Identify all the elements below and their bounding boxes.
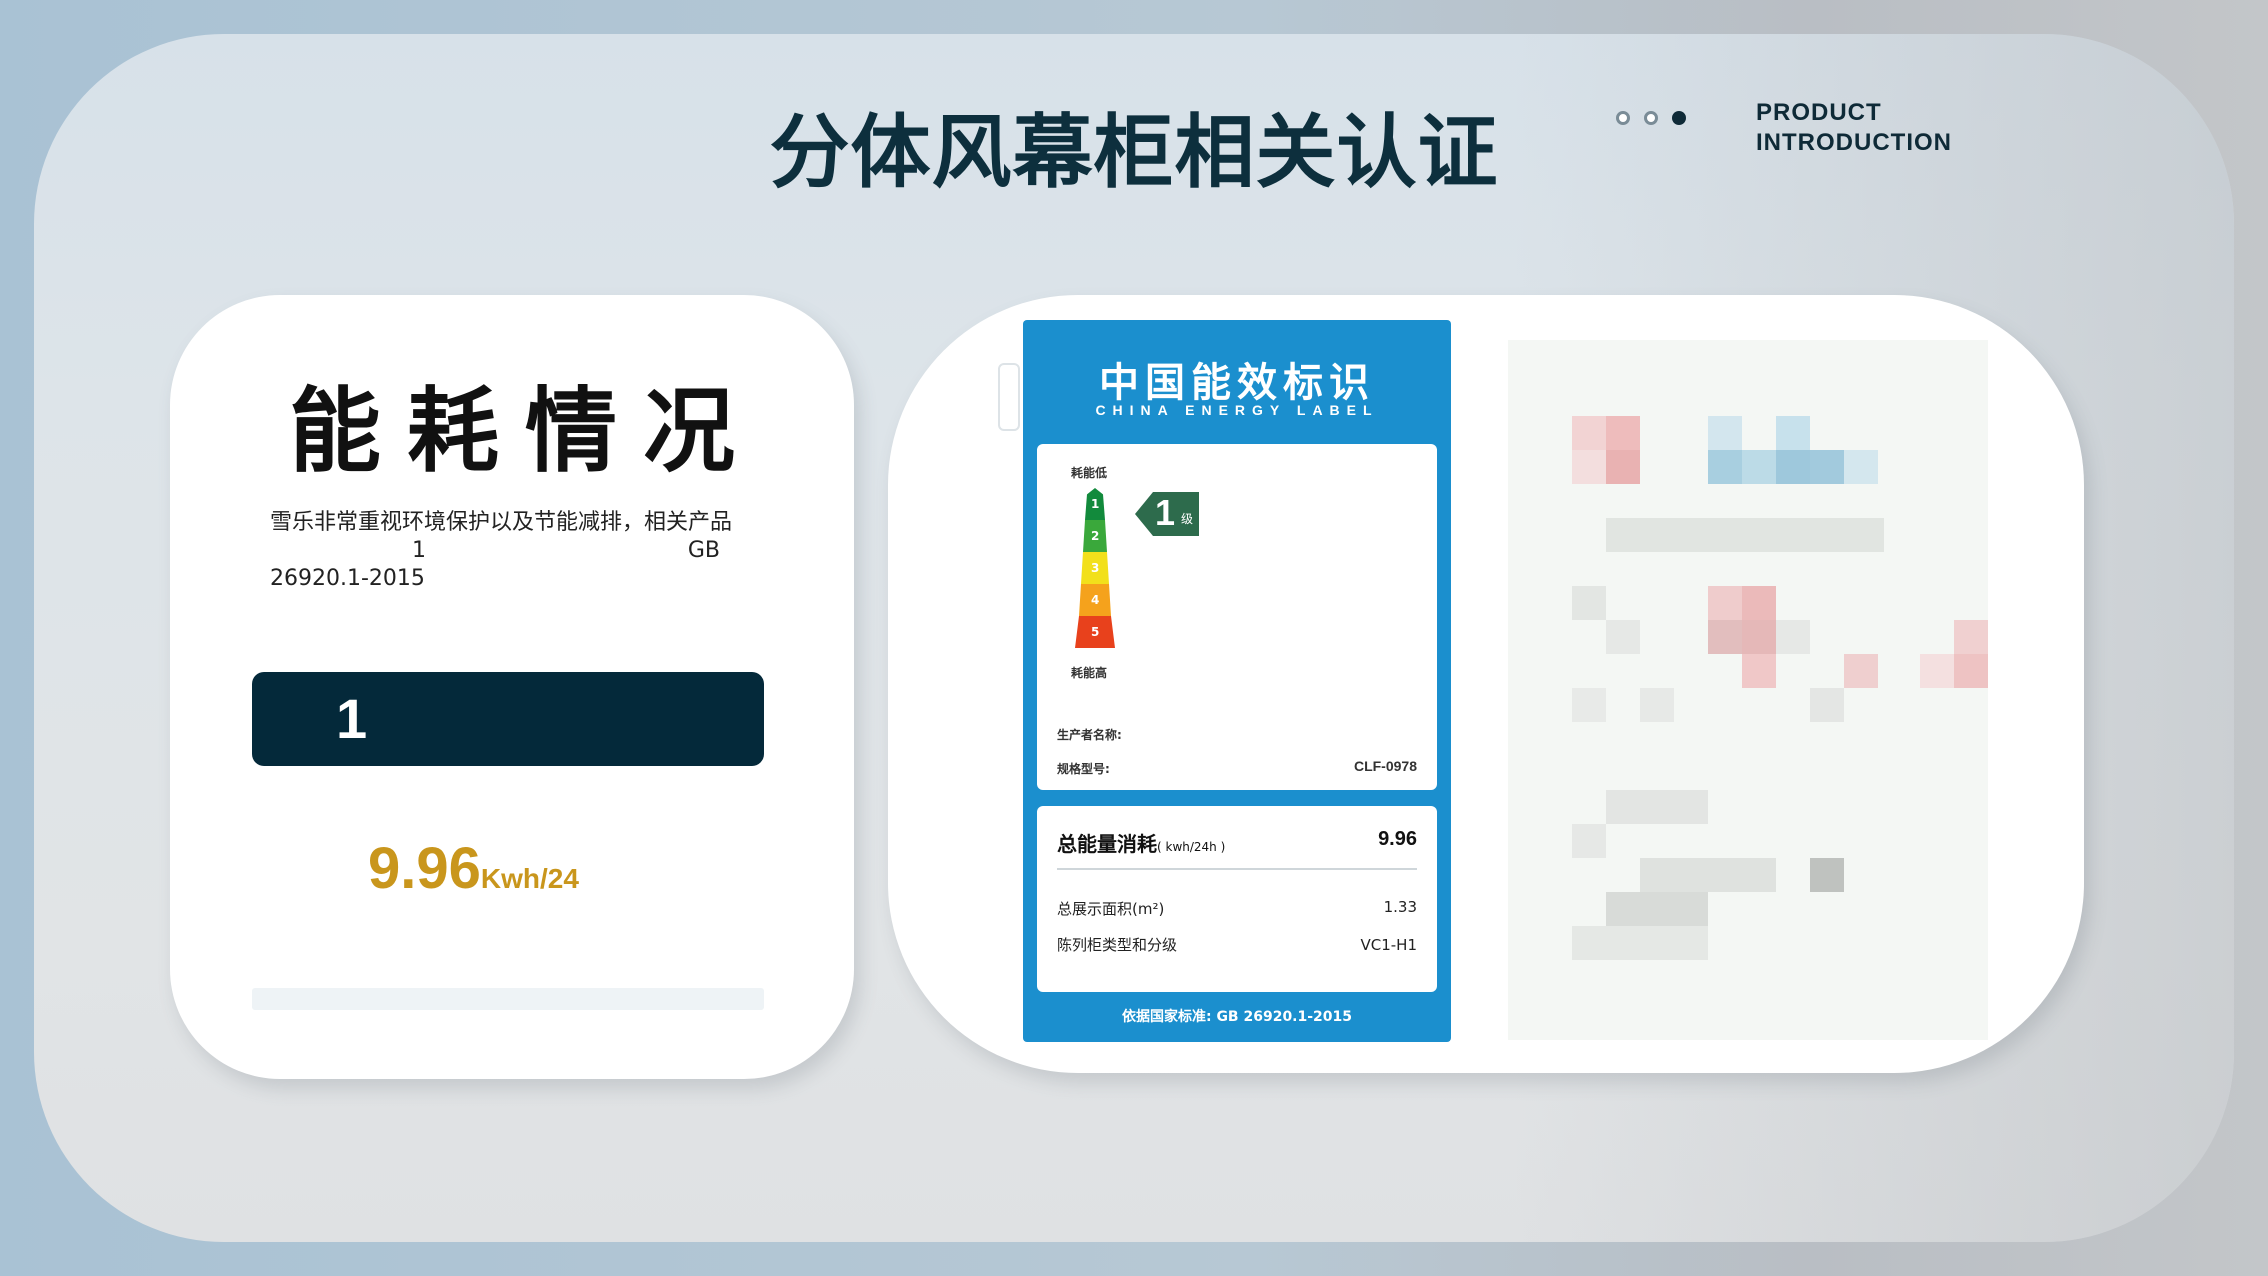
pixel-block [1742, 654, 1776, 688]
rank-5-label: 5 [1091, 625, 1100, 639]
desc-gb: GB [687, 538, 720, 563]
pixel-block [1708, 416, 1742, 450]
total-energy-value: 9.96 [1378, 828, 1417, 850]
placeholder-bar [252, 988, 764, 1010]
panel-divider [1057, 868, 1417, 870]
pixel-block [1776, 620, 1810, 654]
grade-bar-label: 1 [336, 687, 368, 750]
rank-3: 3 [1075, 552, 1115, 584]
pixel-block [1572, 416, 1606, 450]
pixel-block [1572, 688, 1606, 722]
indicator-dot-2 [1644, 111, 1658, 125]
page-indicator [1616, 111, 1686, 125]
label-high: 耗能高 [1071, 666, 1108, 680]
type-value: VC1-H1 [1360, 936, 1417, 954]
rank-3-label: 3 [1091, 561, 1100, 575]
product-tag-line2: INTRODUCTION [1756, 129, 1952, 156]
energy-value: 9.96Kwh/24 [368, 835, 579, 902]
total-energy-unit: ( kwh/24h ) [1157, 840, 1226, 854]
label-title-cn: 中国能效标识 [1099, 360, 1375, 406]
pixel-block [1606, 790, 1708, 824]
model-label: 规格型号: [1057, 762, 1110, 776]
pixel-block [1810, 858, 1844, 892]
grade-bar: 1 [252, 672, 764, 766]
rank-1-label: 1 [1091, 497, 1100, 511]
area-label: 总展示面积(m²) [1057, 900, 1165, 918]
label-standard: 依据国家标准: GB 26920.1-2015 [1121, 1009, 1353, 1025]
pixel-block [1708, 450, 1742, 484]
desc-line-2: 1 GB [270, 537, 780, 565]
total-energy-text: 总能量消耗 [1057, 832, 1157, 856]
energy-consumption-card: 能耗情况 雪乐非常重视环境保护以及节能减排，相关产品 1 GB 26920.1-… [170, 295, 854, 1079]
pixel-block [1572, 824, 1606, 858]
model-value: CLF-0978 [1353, 758, 1417, 774]
rank-4-label: 4 [1091, 593, 1100, 607]
pixel-block [1606, 620, 1640, 654]
pixel-block [1606, 416, 1640, 450]
certification-image-card: 中国能效标识 CHINA ENERGY LABEL 耗能低 1 2 3 4 5 … [888, 295, 2084, 1073]
pixel-block [1708, 620, 1742, 654]
energy-value-number: 9.96 [368, 836, 481, 901]
grade-arrow-suffix: 级 [1181, 512, 1194, 526]
rank-5: 5 [1075, 616, 1115, 648]
desc-number: 1 [412, 538, 426, 563]
pixel-block [1708, 586, 1742, 620]
image-edge-mark [998, 363, 1020, 431]
pixel-block [1640, 688, 1674, 722]
indicator-dot-1 [1616, 111, 1630, 125]
pixelated-certificate-image [1508, 340, 1988, 1040]
china-energy-label: 中国能效标识 CHINA ENERGY LABEL 耗能低 1 2 3 4 5 … [1023, 320, 1451, 1042]
maker-label: 生产者名称: [1057, 728, 1122, 742]
pixel-block [1572, 926, 1708, 960]
grade-arrow-number: 1 [1155, 492, 1176, 533]
desc-line-3: 26920.1-2015 [270, 566, 425, 591]
pixel-block [1776, 416, 1810, 450]
rank-4: 4 [1075, 584, 1115, 616]
rank-2-label: 2 [1091, 529, 1100, 543]
pixel-block [1920, 654, 1954, 688]
energy-value-unit: Kwh/24 [480, 863, 579, 894]
type-label: 陈列柜类型和分级 [1057, 936, 1178, 954]
pixel-block [1954, 620, 1988, 654]
total-energy-label: 总能量消耗( kwh/24h ) [1057, 828, 1225, 857]
pixel-block [1606, 450, 1640, 484]
card-description: 雪乐非常重视环境保护以及节能减排，相关产品 1 GB 26920.1-2015 [270, 509, 780, 593]
pixel-block [1640, 858, 1776, 892]
pixel-block [1776, 450, 1810, 484]
desc-line-1: 雪乐非常重视环境保护以及节能减排，相关产品 [270, 510, 733, 535]
pixel-block [1606, 518, 1884, 552]
label-low: 耗能低 [1071, 466, 1108, 480]
rank-2: 2 [1075, 520, 1115, 552]
label-rating-panel: 耗能低 1 2 3 4 5 耗能高 1 级 生产者名称: 规格型号: CLF-0… [1037, 444, 1437, 790]
pixel-block [1572, 586, 1606, 620]
grade-arrow: 1 级 [1135, 492, 1199, 536]
pixel-block [1810, 688, 1844, 722]
label-title-en: CHINA ENERGY LABEL [1095, 402, 1379, 418]
area-value: 1.33 [1383, 898, 1417, 916]
pixel-block [1572, 450, 1606, 484]
pixel-block [1844, 654, 1878, 688]
card-heading: 能耗情况 [288, 378, 761, 485]
label-consumption-panel: 总能量消耗( kwh/24h ) 9.96 总展示面积(m²) 1.33 陈列柜… [1037, 806, 1437, 992]
pixel-block [1606, 892, 1708, 926]
product-tag-line1: PRODUCT [1756, 99, 1882, 126]
rank-1: 1 [1075, 488, 1115, 520]
pixel-block [1742, 620, 1776, 654]
pixel-block [1742, 450, 1776, 484]
product-introduction-tag: PRODUCT INTRODUCTION [1756, 98, 1952, 158]
pixel-block [1742, 586, 1776, 620]
pixel-block [1810, 450, 1844, 484]
pixel-block [1954, 654, 1988, 688]
indicator-dot-3 [1672, 111, 1686, 125]
pixel-block [1844, 450, 1878, 484]
